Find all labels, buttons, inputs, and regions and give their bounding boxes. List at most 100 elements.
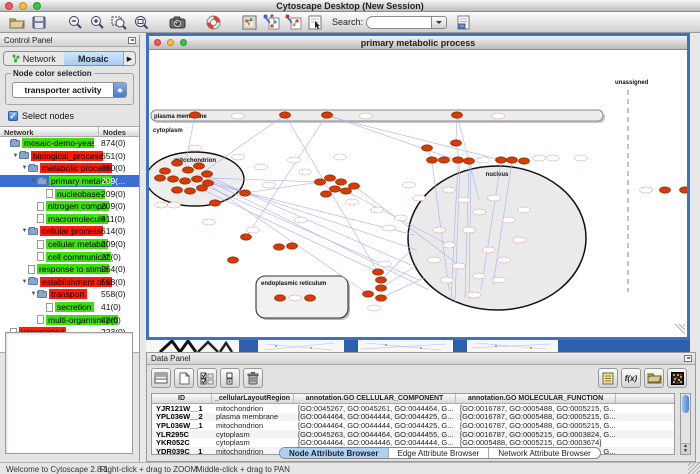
gene-node[interactable]	[349, 183, 360, 189]
save-session-icon[interactable]	[28, 13, 50, 31]
gene-node[interactable]	[240, 190, 251, 196]
tree-row-1[interactable]: ▼biological_process651(0)	[0, 150, 139, 163]
tree-expand-arrow[interactable]: ▼	[30, 291, 37, 297]
network-window-titlebar[interactable]: primary metabolic process	[149, 36, 687, 50]
scrollbar-arrows[interactable]: ▲▼	[681, 443, 690, 454]
gene-node[interactable]	[363, 291, 374, 297]
tree-row-5[interactable]: nitrogen compo209(0)	[0, 200, 139, 213]
gene-node[interactable]	[183, 167, 194, 173]
gene-node[interactable]	[427, 157, 438, 163]
function-builder-icon[interactable]: f(x)	[621, 368, 641, 388]
gene-node[interactable]	[274, 244, 285, 250]
gene-node[interactable]	[660, 187, 671, 193]
search-dropdown-button[interactable]	[432, 16, 447, 29]
gene-node[interactable]	[275, 295, 286, 301]
search-input[interactable]	[366, 16, 432, 29]
gene-node[interactable]	[439, 157, 450, 163]
network-canvas[interactable]: plasma membranecytoplasmmitochondrionnuc…	[149, 50, 687, 336]
gene-node[interactable]	[496, 157, 507, 163]
float-panel-icon[interactable]	[128, 37, 136, 44]
table-row[interactable]: YPL036W__2plasma membrane[GO:0044464, GO…	[152, 413, 674, 422]
gene-node[interactable]	[202, 171, 213, 177]
gene-node[interactable]	[422, 145, 433, 151]
gene-node[interactable]	[519, 158, 530, 164]
tree-expand-arrow[interactable]: ▼	[21, 228, 28, 234]
gene-node[interactable]	[197, 185, 208, 191]
select-nodes-checkbox[interactable]: ✓	[8, 111, 18, 121]
gene-node[interactable]	[322, 112, 333, 118]
import-network-icon[interactable]	[260, 13, 282, 31]
attribute-grid-icon[interactable]	[151, 368, 171, 388]
delete-attribute-icon[interactable]	[243, 368, 263, 388]
gene-node[interactable]	[287, 243, 298, 249]
gene-node[interactable]	[241, 234, 252, 240]
column-header[interactable]: annotation.GO MOLECULAR_FUNCTION	[456, 394, 616, 403]
gene-node[interactable]	[315, 179, 326, 185]
annotation-cursor-icon[interactable]	[304, 13, 326, 31]
open-session-folder-icon[interactable]	[6, 13, 28, 31]
gene-node[interactable]	[453, 157, 464, 163]
tree-row-10[interactable]: response to stimul264(0)	[0, 263, 139, 276]
gene-node[interactable]	[325, 175, 336, 181]
tree-column-nodes[interactable]: Nodes	[99, 127, 126, 136]
tab-edge-attribute-browser[interactable]: Edge Attribute Browser	[388, 448, 489, 458]
birdseye-view[interactable]	[5, 332, 133, 454]
canvas-resize-grip[interactable]	[675, 324, 685, 334]
column-header[interactable]: _cellularLayoutRegion	[212, 394, 294, 403]
tree-column-network[interactable]: Network	[0, 127, 99, 136]
help-lifering-icon[interactable]	[202, 13, 224, 31]
snapshot-camera-icon[interactable]	[166, 13, 188, 31]
zoom-out-icon[interactable]	[64, 13, 86, 31]
tree-row-3[interactable]: ▼primary metabo209(...	[0, 175, 139, 188]
gene-node[interactable]	[185, 188, 196, 194]
table-row[interactable]: YLR295Ccytoplasm[GO:0045263, GO:0044464,…	[152, 430, 674, 439]
gene-node[interactable]	[341, 188, 352, 194]
gene-node[interactable]	[452, 112, 463, 118]
tree-expand-arrow[interactable]: ▼	[30, 178, 37, 184]
tab-node-attribute-browser[interactable]: Node Attribute Browser	[280, 448, 388, 458]
new-attribute-icon[interactable]	[174, 368, 194, 388]
resize-grip[interactable]	[688, 462, 700, 474]
tree-row-9[interactable]: cell communicat22(0)	[0, 250, 139, 263]
gene-node[interactable]	[336, 179, 347, 185]
unselect-attributes-icon[interactable]	[220, 368, 240, 388]
gene-node[interactable]	[464, 158, 475, 164]
table-row[interactable]: YJR121W__1mitochondrion[GO:0045267, GO:0…	[152, 404, 674, 413]
gene-node[interactable]	[194, 163, 205, 169]
gene-node[interactable]	[160, 168, 171, 174]
gene-node[interactable]	[507, 157, 518, 163]
tab-overflow-button[interactable]: ▶	[123, 52, 135, 65]
tree-row-7[interactable]: ▼cellular process614(0)	[0, 225, 139, 238]
gene-node[interactable]	[376, 285, 387, 291]
gene-node[interactable]	[305, 295, 316, 301]
scrollbar-thumb[interactable]	[682, 395, 689, 413]
tree-row-2[interactable]: ▼metabolic process280(0)	[0, 162, 139, 175]
gene-node[interactable]	[228, 257, 239, 263]
gene-node[interactable]	[190, 112, 201, 118]
tree-row-13[interactable]: secretion41(0)	[0, 301, 139, 314]
tree-row-4[interactable]: nucleobase-209(0)	[0, 187, 139, 200]
gene-node[interactable]	[172, 187, 183, 193]
tree-expand-arrow[interactable]: ▼	[21, 165, 28, 171]
tree-row-14[interactable]: multi-organism pro42(0)	[0, 313, 139, 326]
tree-row-6[interactable]: macromolecule311(0)	[0, 213, 139, 226]
gene-node[interactable]	[330, 186, 341, 192]
zoom-fit-icon[interactable]	[130, 13, 152, 31]
tab-network-attribute-browser[interactable]: Network Attribute Browser	[488, 448, 599, 458]
gene-node[interactable]	[451, 140, 462, 146]
formula-notepad-icon[interactable]	[598, 368, 618, 388]
tree-expand-arrow[interactable]: ▼	[21, 279, 28, 285]
gene-node[interactable]	[321, 191, 332, 197]
tree-row-11[interactable]: ▼establishment of lo558(0)	[0, 276, 139, 289]
tree-row-12[interactable]: ▼transport558(0)	[0, 288, 139, 301]
gene-node[interactable]	[376, 277, 387, 283]
tree-row-0[interactable]: mosaic-demo-yeast874(0)	[0, 137, 139, 150]
node-grid-icon[interactable]	[238, 13, 260, 31]
gene-node[interactable]	[680, 187, 688, 193]
gene-node[interactable]	[172, 160, 183, 166]
column-header[interactable]: annotation.GO CELLULAR_COMPONENT	[294, 394, 456, 403]
gene-node[interactable]	[168, 176, 179, 182]
attribute-matrix-icon[interactable]	[667, 368, 687, 388]
gene-node[interactable]	[280, 112, 291, 118]
tab-mosaic[interactable]: Mosaic	[64, 52, 124, 65]
